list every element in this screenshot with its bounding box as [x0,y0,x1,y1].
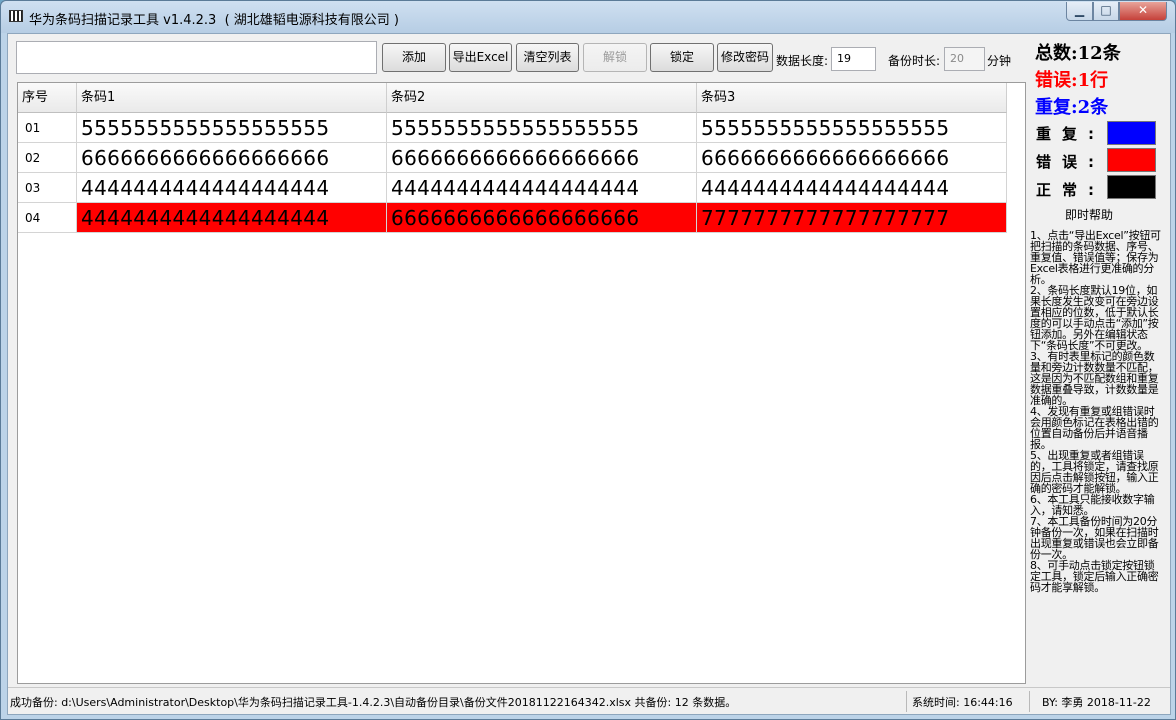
barcode-cell[interactable]: 5555555555555555555 [387,113,697,143]
barcode-cell-error[interactable]: 4444444444444444444 [77,203,387,233]
stats-panel: 总数:12条 错误:1行 重复:2条 重复: 错误: 正常: 即时帮助 1、点击… [1027,34,1169,686]
help-text: 1、点击“导出Excel”按钮可把扫描的条码数据、序号、重复值、错误值等；保存为… [1030,230,1162,593]
title-bar[interactable]: 华为条码扫描记录工具 v1.4.2.3 ( 湖北雄韬电源科技有限公司 ) ▁ □… [1,1,1175,33]
app-icon [9,10,23,22]
barcode-cell[interactable]: 5555555555555555555 [77,113,387,143]
status-bar: 成功备份: d:\Users\Administrator\Desktop\华为条… [8,687,1170,714]
legend-duplicate-label: 重复: [1036,125,1105,143]
help-paragraph: 2、条码长度默认19位，如果长度发生改变可在旁边设置相应的位数，低于默认长度的可… [1030,284,1159,352]
help-title: 即时帮助 [1065,208,1114,222]
help-paragraph: 7、本工具备份时间为20分钟备份一次，如果在扫描时出现重复或错误也会立即备份一次… [1030,515,1159,561]
barcode-cell-error[interactable]: 7777777777777777777 [697,203,1007,233]
row-index-cell[interactable]: 01 [18,113,77,143]
minimize-button[interactable]: ▁ [1066,2,1093,21]
window-title: 华为条码扫描记录工具 v1.4.2.3 ( 湖北雄韬电源科技有限公司 ) [29,13,399,28]
barcode-length-input[interactable]: 19 [831,47,876,71]
column-header-index[interactable]: 序号 [18,83,77,113]
close-button[interactable]: ✕ [1119,2,1167,21]
barcode-cell[interactable]: 6666666666666666666 [387,143,697,173]
maximize-button[interactable]: □ [1093,2,1119,21]
barcode-length-label: 数据长度: [776,54,829,68]
system-time: 系统时间: 16:44:16 [912,696,1013,709]
backup-interval-label: 备份时长: [888,54,941,68]
change-password-button[interactable]: 修改密码 [717,43,773,72]
help-paragraph: 8、可手动点击锁定按钮锁定工具，锁定后输入正确密码才能享解锁。 [1030,559,1159,594]
barcode-cell[interactable]: 4444444444444444444 [697,173,1007,203]
help-paragraph: 3、有时表里标记的颜色数量和旁边计数数量不匹配，这是因为不匹配数组和重复数据重叠… [1030,350,1159,407]
barcode-cell-error[interactable]: 6666666666666666666 [387,203,697,233]
status-separator [1029,691,1030,712]
help-paragraph: 1、点击“导出Excel”按钮可把扫描的条码数据、序号、重复值、错误值等；保存为… [1030,229,1161,286]
lock-button[interactable]: 锁定 [650,43,714,72]
backup-interval-input[interactable]: 20 [944,47,985,71]
client-area: 添加 导出Excel 清空列表 解锁 锁定 修改密码 数据长度: 19 备份时长… [7,33,1171,715]
column-header-barcode3[interactable]: 条码3 [697,83,1007,113]
duplicate-color-swatch [1107,121,1156,145]
error-count: 错误:1行 [1035,70,1109,91]
legend-normal-label: 正常: [1036,181,1105,199]
barcode-cell[interactable]: 4444444444444444444 [387,173,697,203]
column-header-barcode2[interactable]: 条码2 [387,83,697,113]
status-separator [906,691,907,712]
help-paragraph: 5、出现重复或者组错误的，工具将锁定，请查找原因后点击解锁按钮，输入正确的密码才… [1030,449,1159,495]
column-header-barcode1[interactable]: 条码1 [77,83,387,113]
barcode-cell[interactable]: 6666666666666666666 [697,143,1007,173]
clear-list-button[interactable]: 清空列表 [516,43,579,72]
minimize-icon: ▁ [1074,3,1085,17]
barcode-table[interactable]: 序号 条码1 条码2 条码3 01 5555555555555555555 55… [17,82,1026,684]
author-info: BY: 李勇 2018-11-22 [1042,696,1151,709]
app-window: 华为条码扫描记录工具 v1.4.2.3 ( 湖北雄韬电源科技有限公司 ) ▁ □… [0,0,1176,720]
row-index-cell[interactable]: 04 [18,203,77,233]
duplicate-count: 重复:2条 [1035,97,1109,118]
help-paragraph: 6、本工具只能接收数字输入，请知悉。 [1030,493,1155,517]
barcode-cell[interactable]: 5555555555555555555 [697,113,1007,143]
normal-color-swatch [1107,175,1156,199]
minutes-unit-label: 分钟 [987,54,1012,68]
unlock-button[interactable]: 解锁 [583,43,647,72]
export-excel-button[interactable]: 导出Excel [449,43,512,72]
legend-error-label: 错误: [1036,153,1105,171]
backup-status-text: 成功备份: d:\Users\Administrator\Desktop\华为条… [10,696,737,709]
close-icon: ✕ [1137,3,1149,17]
help-paragraph: 4、发现有重复或组错误时会用颜色标记在表格出错的位置自动备份后并语音播报。 [1030,405,1159,451]
total-count: 总数:12条 [1035,43,1121,64]
row-index-cell[interactable]: 02 [18,143,77,173]
barcode-scan-input[interactable] [16,41,377,74]
maximize-icon: □ [1100,3,1112,17]
error-color-swatch [1107,148,1156,172]
row-index-cell[interactable]: 03 [18,173,77,203]
add-button[interactable]: 添加 [382,43,446,72]
barcode-cell[interactable]: 4444444444444444444 [77,173,387,203]
barcode-cell[interactable]: 6666666666666666666 [77,143,387,173]
